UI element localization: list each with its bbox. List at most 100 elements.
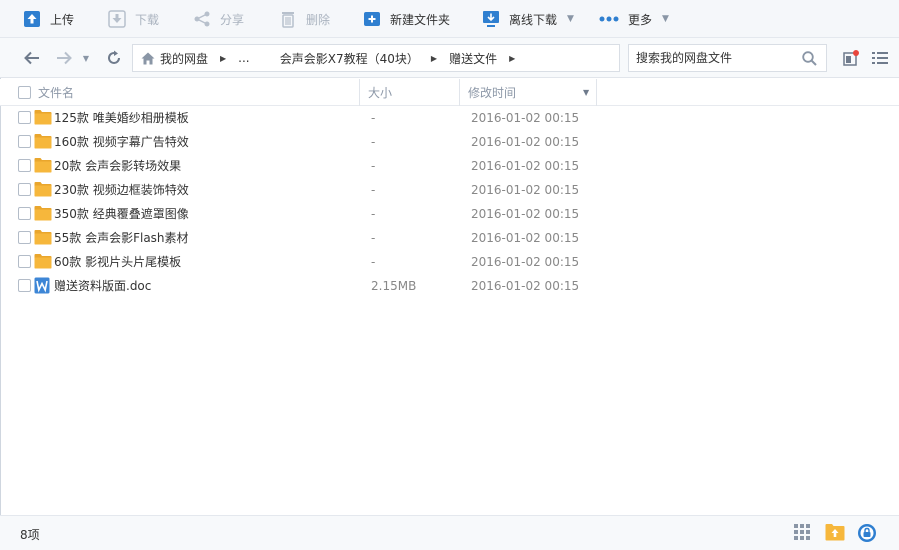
notification-icon[interactable]: [842, 48, 860, 68]
share-label: 分享: [220, 12, 245, 27]
table-row[interactable]: 160款 视频字幕广告特效 - 2016-01-02 00:15: [0, 130, 899, 154]
file-modified-time: 2016-01-02 00:15: [471, 231, 580, 245]
row-checkbox[interactable]: [18, 231, 31, 244]
row-checkbox[interactable]: [18, 207, 31, 220]
download-label: 下载: [135, 12, 160, 27]
history-dropdown-icon[interactable]: ▼: [80, 48, 92, 68]
breadcrumb-separator-icon[interactable]: ▶: [220, 54, 226, 63]
offline-download-button[interactable]: 离线下载 ▼: [481, 0, 574, 38]
file-size: -: [371, 231, 376, 245]
breadcrumb-ellipsis[interactable]: ...: [238, 51, 249, 65]
file-name[interactable]: 赠送资料版面.doc: [54, 274, 151, 298]
breadcrumb-parent[interactable]: 会声会影X7教程（40块）: [280, 50, 419, 67]
column-divider[interactable]: [459, 79, 460, 106]
row-checkbox[interactable]: [18, 279, 31, 292]
new-folder-icon: [362, 9, 382, 29]
file-name[interactable]: 20款 会声会影转场效果: [54, 154, 181, 178]
breadcrumb-separator-icon[interactable]: ▶: [431, 54, 437, 63]
file-size: -: [371, 159, 376, 173]
breadcrumb-current[interactable]: 赠送文件: [449, 50, 497, 67]
upload-button[interactable]: 上传: [22, 0, 74, 38]
file-size: 2.15MB: [371, 279, 417, 293]
more-dots-icon: [598, 9, 620, 29]
upload-label: 上传: [50, 12, 75, 27]
search-input[interactable]: [636, 51, 796, 65]
folder-icon: [34, 133, 52, 150]
column-header: 文件名 大小 修改时间 ▼: [0, 79, 899, 106]
chevron-down-icon[interactable]: ▼: [662, 14, 669, 24]
row-checkbox[interactable]: [18, 183, 31, 196]
table-row[interactable]: 125款 唯美婚纱相册模板 - 2016-01-02 00:15: [0, 106, 899, 130]
file-name[interactable]: 60款 影视片头片尾模板: [54, 250, 181, 274]
breadcrumb-root[interactable]: 我的网盘: [160, 50, 208, 67]
more-button[interactable]: 更多 ▼: [598, 0, 669, 38]
folder-icon: [34, 157, 52, 174]
table-row[interactable]: 60款 影视片头片尾模板 - 2016-01-02 00:15: [0, 250, 899, 274]
chevron-down-icon[interactable]: ▼: [567, 14, 574, 24]
file-name[interactable]: 125款 唯美婚纱相册模板: [54, 106, 189, 130]
file-size: -: [371, 255, 376, 269]
file-name[interactable]: 230款 视频边框装饰特效: [54, 178, 189, 202]
folder-icon: [34, 181, 52, 198]
share-button[interactable]: 分享: [192, 0, 244, 38]
delete-label: 删除: [306, 12, 331, 27]
lock-icon[interactable]: [857, 523, 877, 543]
file-name[interactable]: 160款 视频字幕广告特效: [54, 130, 189, 154]
row-checkbox[interactable]: [18, 111, 31, 124]
forward-arrow-icon[interactable]: [54, 48, 74, 68]
column-modified[interactable]: 修改时间: [468, 79, 516, 106]
new-folder-button[interactable]: 新建文件夹: [362, 0, 450, 38]
file-modified-time: 2016-01-02 00:15: [471, 183, 580, 197]
row-checkbox[interactable]: [18, 159, 31, 172]
status-bar: 8项: [0, 515, 899, 550]
more-label: 更多: [628, 12, 653, 27]
file-modified-time: 2016-01-02 00:15: [471, 279, 580, 293]
row-checkbox[interactable]: [18, 135, 31, 148]
folder-icon: [34, 229, 52, 246]
file-name[interactable]: 350款 经典覆叠遮罩图像: [54, 202, 189, 226]
table-row[interactable]: 20款 会声会影转场效果 - 2016-01-02 00:15: [0, 154, 899, 178]
navigation-bar: ▼ 我的网盘 ▶ ... ▶ 会声会影X7教程（40块） ▶ 赠送文件 ▶: [0, 38, 899, 78]
home-icon[interactable]: [141, 52, 155, 65]
delete-button[interactable]: 删除: [278, 0, 330, 38]
back-arrow-icon[interactable]: [22, 48, 42, 68]
table-row[interactable]: 230款 视频边框装饰特效 - 2016-01-02 00:15: [0, 178, 899, 202]
offline-download-icon: [481, 9, 501, 29]
search-icon[interactable]: [802, 51, 817, 69]
select-all-checkbox[interactable]: [18, 86, 31, 99]
table-row[interactable]: 55款 会声会影Flash素材 - 2016-01-02 00:15: [0, 226, 899, 250]
file-size: -: [371, 111, 376, 125]
column-size[interactable]: 大小: [368, 79, 392, 106]
file-size: -: [371, 183, 376, 197]
row-checkbox[interactable]: [18, 255, 31, 268]
file-modified-time: 2016-01-02 00:15: [471, 207, 580, 221]
file-size: -: [371, 135, 376, 149]
item-count: 8项: [20, 528, 40, 542]
list-view-icon[interactable]: [871, 48, 889, 68]
toolbar: 上传 下载 分享 删除 新建文件夹 离线下载 ▼ 更多 ▼: [0, 0, 899, 38]
file-modified-time: 2016-01-02 00:15: [471, 255, 580, 269]
file-modified-time: 2016-01-02 00:15: [471, 135, 580, 149]
download-icon: [107, 9, 127, 29]
breadcrumb: 我的网盘 ▶ ... ▶ 会声会影X7教程（40块） ▶ 赠送文件 ▶: [132, 44, 620, 72]
breadcrumb-separator-icon[interactable]: ▶: [509, 54, 515, 63]
table-row[interactable]: 赠送资料版面.doc 2.15MB 2016-01-02 00:15: [0, 274, 899, 298]
download-button[interactable]: 下载: [107, 0, 159, 38]
column-divider[interactable]: [359, 79, 360, 106]
trash-icon: [278, 9, 298, 29]
refresh-icon[interactable]: [104, 48, 124, 68]
upload-folder-icon[interactable]: [825, 523, 845, 543]
search-box: [628, 44, 827, 72]
share-icon: [192, 9, 212, 29]
file-name[interactable]: 55款 会声会影Flash素材: [54, 226, 189, 250]
file-list: 125款 唯美婚纱相册模板 - 2016-01-02 00:15 160款 视频…: [0, 106, 899, 298]
folder-icon: [34, 109, 52, 126]
sort-down-icon[interactable]: ▼: [583, 79, 589, 106]
column-name[interactable]: 文件名: [38, 79, 74, 106]
new-folder-label: 新建文件夹: [390, 12, 451, 27]
grid-view-icon[interactable]: [793, 523, 813, 543]
word-doc-icon: [34, 277, 52, 294]
table-row[interactable]: 350款 经典覆叠遮罩图像 - 2016-01-02 00:15: [0, 202, 899, 226]
column-divider[interactable]: [596, 79, 597, 106]
folder-icon: [34, 205, 52, 222]
